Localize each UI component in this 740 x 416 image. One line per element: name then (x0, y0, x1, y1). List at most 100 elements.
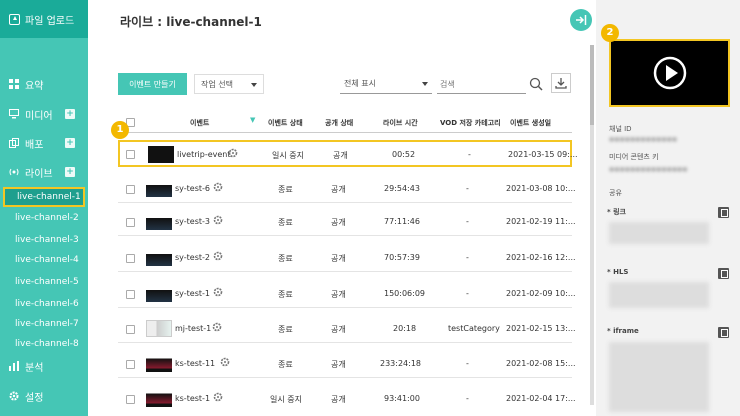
search-icon[interactable] (529, 77, 543, 91)
video-player[interactable] (609, 39, 730, 107)
event-name[interactable]: ks-test-1 (175, 394, 210, 403)
panel-toggle-icon[interactable] (570, 9, 592, 31)
event-name[interactable]: sy-test-6 (175, 184, 210, 193)
gear-icon[interactable] (213, 182, 223, 192)
table-row[interactable]: sy-test-6 종료 공개 29:54:43 - 2021-03-08 10… (118, 176, 576, 203)
sidebar-item-live-channel-6[interactable]: live-channel-6 (3, 294, 85, 314)
event-name[interactable]: mj-test-1 (175, 324, 211, 333)
media-key-label: 미디어 콘텐츠 키 (609, 153, 659, 161)
upload-button[interactable]: 파일 업로드 (0, 0, 88, 38)
play-icon[interactable] (652, 55, 688, 91)
event-status: 일시 중지 (272, 151, 304, 160)
channel-label: live-channel-1 (17, 192, 81, 202)
gear-icon[interactable] (213, 287, 223, 297)
gear-icon[interactable] (213, 251, 223, 261)
event-name[interactable]: sy-test-3 (175, 217, 210, 226)
table-row[interactable]: sy-test-1 종료 공개 150:06:09 - 2021-02-09 1… (118, 281, 576, 308)
copy-icon (9, 138, 19, 148)
gear-icon[interactable] (212, 322, 222, 332)
channel-label: live-channel-5 (15, 277, 79, 287)
row-checkbox[interactable] (126, 218, 135, 227)
create-event-button[interactable]: 이벤트 만들기 (118, 73, 187, 95)
row-checkbox[interactable] (126, 290, 135, 299)
column-header-live-time[interactable]: 라이브 시간 (383, 118, 418, 128)
nav-item-summary[interactable]: 요약 (0, 74, 88, 94)
nav-item-analytics[interactable]: 분석 (0, 356, 88, 376)
row-checkbox[interactable] (126, 254, 135, 263)
view-filter-select[interactable]: 전체 표시 (340, 76, 432, 94)
add-live-button[interactable]: + (65, 167, 75, 177)
channel-label: live-channel-4 (15, 255, 79, 265)
event-thumbnail (146, 285, 172, 302)
sidebar-item-live-channel-8[interactable]: live-channel-8 (3, 334, 85, 354)
sidebar-item-live-channel-4[interactable]: live-channel-4 (3, 250, 85, 270)
row-checkbox[interactable] (126, 150, 135, 159)
table-row[interactable]: sy-test-3 종료 공개 77:11:46 - 2021-02-19 11… (118, 209, 576, 236)
gear-icon[interactable] (213, 392, 223, 402)
share-label: 공유 (609, 189, 622, 197)
column-header-event[interactable]: 이벤트 (190, 118, 209, 128)
copy-iframe-icon[interactable] (718, 327, 729, 338)
scrollbar-thumb[interactable] (590, 45, 594, 125)
event-name[interactable]: ks-test-11 (175, 359, 215, 368)
live-time: 70:57:39 (384, 253, 420, 262)
gear-icon[interactable] (228, 148, 238, 158)
row-checkbox[interactable] (126, 185, 135, 194)
chevron-down-icon (422, 82, 428, 86)
created-date: 2021-02-19 11:... (506, 217, 576, 226)
table-row[interactable]: ks-test-1 일시 중지 공개 93:41:00 - 2021-02-04… (118, 386, 576, 413)
sidebar-item-live-channel-3[interactable]: live-channel-3 (3, 230, 85, 250)
public-status: 공개 (331, 185, 346, 194)
table-row[interactable]: ks-test-11 종료 공개 233:24:18 - 2021-02-08 … (118, 351, 576, 378)
nav-item-distribution[interactable]: 배포 + (0, 133, 88, 153)
row-checkbox[interactable] (126, 360, 135, 369)
vod-category: - (468, 150, 471, 159)
sidebar-item-live-channel-5[interactable]: live-channel-5 (3, 272, 85, 292)
sort-down-icon[interactable]: ▼ (250, 116, 255, 124)
column-header-vod-category[interactable]: VOD 저장 카테고리 (440, 118, 501, 128)
event-name[interactable]: sy-test-2 (175, 253, 210, 262)
table-row[interactable]: sy-test-2 종료 공개 70:57:39 - 2021-02-16 12… (118, 245, 576, 272)
media-key-value: ●●●●●●●●●●●●●●● (609, 166, 688, 173)
channel-id-value: ●●●●●●●●●●●●● (609, 136, 678, 143)
table-row[interactable]: mj-test-1 종료 공개 20:18 testCategory 2021-… (118, 316, 576, 343)
broadcast-icon (9, 167, 19, 177)
channel-label: live-channel-7 (15, 319, 79, 329)
gear-icon[interactable] (220, 357, 230, 367)
sidebar-item-live-channel-1[interactable]: live-channel-1 (3, 187, 85, 207)
column-header-public[interactable]: 공개 상태 (325, 118, 353, 128)
action-select[interactable]: 작업 선택 (194, 74, 264, 94)
nav-item-settings[interactable]: 설정 (0, 386, 88, 406)
event-thumbnail (146, 390, 172, 407)
copy-link-icon[interactable] (718, 207, 729, 218)
nav-item-label: 미디어 (25, 110, 53, 122)
search-input[interactable] (437, 76, 526, 94)
vod-category: - (466, 184, 469, 193)
monitor-icon (9, 109, 19, 119)
column-header-created[interactable]: 이벤트 생성일 (510, 118, 551, 128)
nav-item-media[interactable]: 미디어 + (0, 104, 88, 124)
event-name[interactable]: livetrip-event (177, 150, 231, 159)
vod-category: - (466, 253, 469, 262)
nav-item-live[interactable]: 라이브 + (0, 162, 88, 182)
channel-label: live-channel-8 (15, 339, 79, 349)
vod-category: testCategory (448, 324, 500, 333)
bar-chart-icon (9, 361, 19, 371)
channel-label: live-channel-2 (15, 213, 79, 223)
add-media-button[interactable]: + (65, 109, 75, 119)
gear-icon[interactable] (213, 215, 223, 225)
table-row[interactable]: livetrip-event 일시 중지 공개 00:52 - 2021-03-… (118, 140, 578, 167)
nav-item-label: 라이브 (25, 168, 53, 180)
event-name[interactable]: sy-test-1 (175, 289, 210, 298)
add-distribution-button[interactable]: + (65, 138, 75, 148)
sidebar-item-live-channel-7[interactable]: live-channel-7 (3, 314, 85, 334)
event-thumbnail (146, 213, 172, 230)
row-checkbox[interactable] (126, 395, 135, 404)
column-header-status[interactable]: 이벤트 상태 (268, 118, 303, 128)
live-time: 00:52 (392, 150, 416, 159)
row-checkbox[interactable] (126, 325, 135, 334)
sidebar-item-live-channel-2[interactable]: live-channel-2 (3, 208, 85, 228)
table-scrollbar[interactable] (590, 45, 594, 405)
copy-hls-icon[interactable] (718, 268, 729, 279)
download-icon[interactable] (551, 73, 571, 93)
